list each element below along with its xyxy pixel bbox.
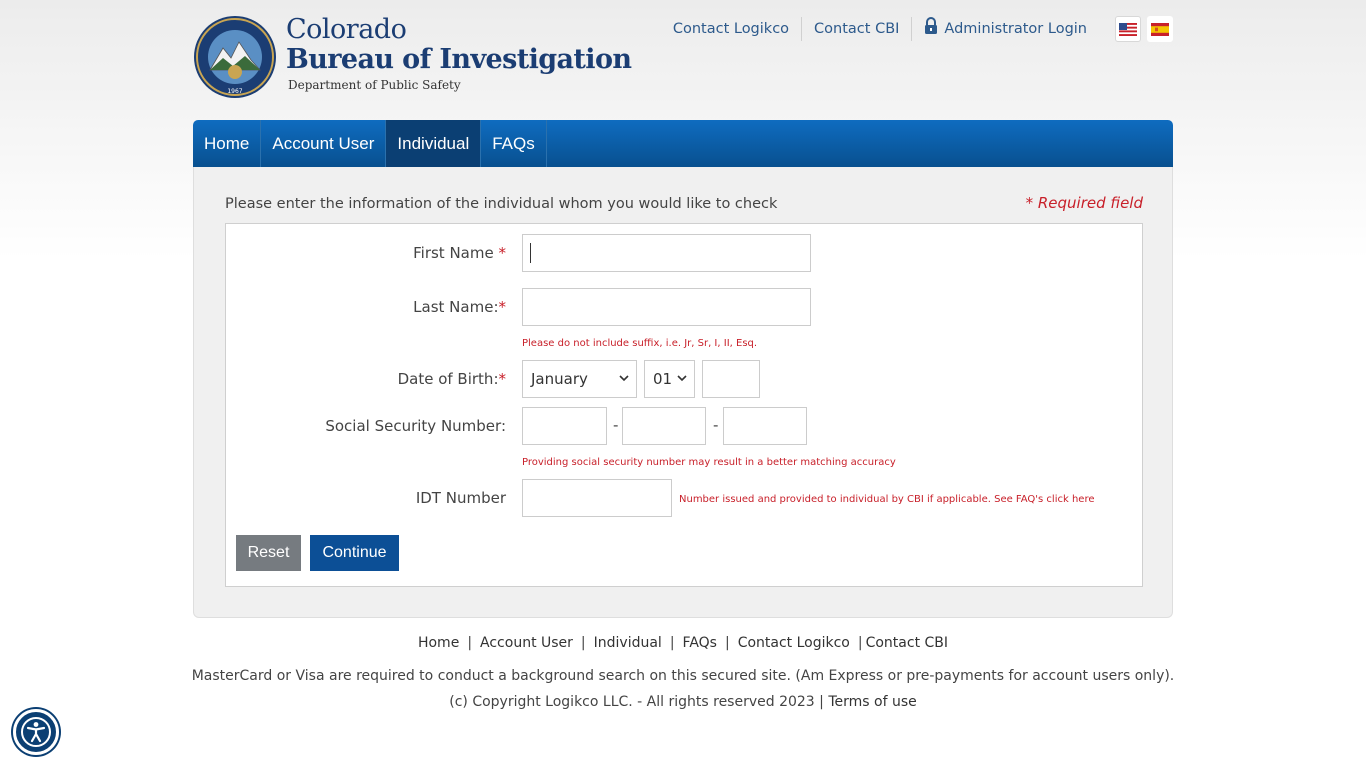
reset-button[interactable]: Reset: [236, 535, 301, 571]
cbi-seal-logo[interactable]: 1967: [193, 14, 277, 100]
last-name-input[interactable]: [522, 288, 811, 326]
terms-of-use-link[interactable]: Terms of use: [828, 694, 916, 710]
continue-button[interactable]: Continue: [310, 535, 399, 571]
footer-contact-cbi-link[interactable]: Contact CBI: [863, 635, 956, 651]
admin-login-label: Administrator Login: [944, 21, 1087, 37]
lock-icon: [925, 17, 938, 34]
footer-faqs-link[interactable]: FAQs: [675, 635, 725, 651]
footer-separator: |: [857, 635, 863, 651]
footer-separator: |: [580, 635, 586, 651]
footer-contact-logikco-link[interactable]: Contact Logikco: [730, 635, 858, 651]
footer-nav: Home | Account User | Individual | FAQs | Contac…: [0, 635, 1366, 651]
idt-hint-link[interactable]: Number issued and provided to individual…: [679, 494, 1095, 505]
required-field-note: * Required field: [1025, 194, 1143, 212]
spain-flag-button[interactable]: [1147, 16, 1173, 42]
footer-separator: |: [724, 635, 730, 651]
required-star: *: [498, 244, 507, 262]
footer-home-link[interactable]: Home: [410, 635, 467, 651]
dob-label: Date of Birth:*: [397, 370, 507, 388]
ssn-dash: -: [713, 416, 719, 434]
title-department: Department of Public Safety: [288, 78, 461, 92]
required-star: *: [498, 370, 507, 388]
payment-note: MasterCard or Visa are required to condu…: [191, 668, 1175, 684]
idt-label: IDT Number: [415, 489, 506, 507]
title-colorado: Colorado: [286, 14, 407, 45]
footer-individual-link[interactable]: Individual: [586, 635, 670, 651]
main-nav: Home Account User Individual FAQs: [193, 120, 1173, 167]
chevron-down-icon: [619, 375, 629, 382]
seal-year: 1967: [227, 88, 242, 95]
idt-number-input[interactable]: [522, 479, 672, 517]
top-links: Contact Logikco Contact CBI Administrato…: [661, 16, 1173, 42]
first-name-input[interactable]: [522, 234, 811, 272]
dob-year-input[interactable]: [702, 360, 760, 398]
accessibility-icon: [21, 717, 51, 747]
title-bureau: Bureau of Investigation: [286, 44, 632, 75]
copyright-line: (c) Copyright Logikco LLC. - All rights …: [0, 694, 1366, 710]
contact-cbi-link[interactable]: Contact CBI: [802, 17, 911, 41]
ssn-dash: -: [613, 416, 619, 434]
chevron-down-icon: [677, 375, 687, 382]
ssn-part2-input[interactable]: [622, 407, 706, 445]
tab-account-user[interactable]: Account User: [261, 120, 387, 167]
footer-separator: |: [819, 694, 824, 710]
last-name-label: Last Name:*: [413, 298, 507, 316]
tab-individual[interactable]: Individual: [386, 120, 482, 167]
accessibility-button[interactable]: [13, 709, 59, 755]
footer-account-user-link[interactable]: Account User: [472, 635, 581, 651]
ssn-label: Social Security Number:: [325, 417, 506, 435]
dob-month-value: January: [531, 370, 588, 388]
us-flag-button[interactable]: [1115, 16, 1141, 42]
us-flag-icon: [1119, 22, 1137, 36]
ssn-part1-input[interactable]: [522, 407, 607, 445]
content-panel: Please enter the information of the indi…: [193, 167, 1173, 618]
dob-day-value: 01: [653, 370, 673, 388]
admin-login-link[interactable]: Administrator Login: [912, 17, 1099, 41]
dob-month-select[interactable]: January: [522, 360, 637, 398]
ssn-part3-input[interactable]: [723, 407, 807, 445]
tab-faqs[interactable]: FAQs: [481, 120, 547, 167]
dob-day-select[interactable]: 01: [644, 360, 695, 398]
ssn-hint: Providing social security number may res…: [522, 457, 896, 468]
contact-logikco-link[interactable]: Contact Logikco: [661, 17, 801, 41]
brand-title[interactable]: Colorado Bureau of Investigation Departm…: [286, 14, 632, 96]
last-name-hint: Please do not include suffix, i.e. Jr, S…: [522, 338, 758, 349]
required-star: *: [498, 298, 507, 316]
tab-home[interactable]: Home: [193, 120, 262, 167]
text-caret: [530, 243, 531, 263]
footer-separator: |: [669, 635, 675, 651]
first-name-label: First Name *: [413, 244, 507, 262]
form-intro: Please enter the information of the indi…: [225, 196, 778, 212]
spain-flag-icon: [1151, 22, 1169, 36]
individual-form: First Name * Last Name:* Please do not i…: [225, 223, 1143, 587]
copyright-text: (c) Copyright Logikco LLC. - All rights …: [449, 694, 815, 710]
